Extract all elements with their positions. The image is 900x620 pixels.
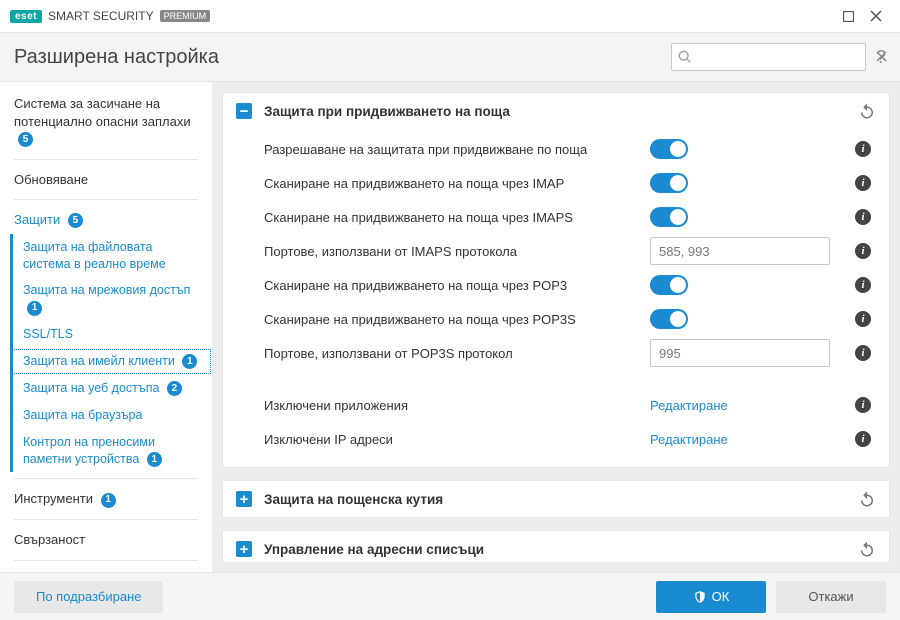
collapse-icon[interactable]: − bbox=[236, 103, 252, 119]
badge: 5 bbox=[18, 132, 33, 147]
row-label-imaps: Сканиране на придвижването на поща чрез … bbox=[264, 210, 650, 225]
badge: 2 bbox=[167, 381, 182, 396]
info-icon[interactable]: i bbox=[855, 175, 871, 191]
info-icon[interactable]: i bbox=[855, 311, 871, 327]
badge: 5 bbox=[68, 213, 83, 228]
sidebar: Система за засичане на потенциално опасн… bbox=[0, 82, 212, 572]
window-close-button[interactable] bbox=[862, 2, 890, 30]
input-pop3s-ports[interactable] bbox=[650, 339, 830, 367]
search-box[interactable] bbox=[671, 43, 866, 71]
window-maximize-button[interactable] bbox=[834, 2, 862, 30]
ok-button[interactable]: ОК bbox=[656, 581, 766, 613]
row-label-imap: Сканиране на придвижването на поща чрез … bbox=[264, 176, 650, 191]
toggle-imaps[interactable] bbox=[650, 207, 688, 227]
sidebar-item-browser[interactable]: Защита на браузъра bbox=[10, 402, 212, 429]
footer: По подразбиране ОК Откажи bbox=[0, 572, 900, 620]
panel-head[interactable]: + Защита на пощенска кутия bbox=[222, 480, 890, 518]
info-icon[interactable]: i bbox=[855, 141, 871, 157]
search-input[interactable] bbox=[692, 50, 876, 65]
sidebar-item-ui[interactable]: Потребителски интерфейс 2 bbox=[0, 567, 212, 572]
sidebar-item-tools[interactable]: Инструменти 1 bbox=[0, 485, 212, 513]
main-area: − Защита при придвижването на поща Разре… bbox=[212, 82, 900, 572]
badge: 1 bbox=[182, 354, 197, 369]
defaults-button[interactable]: По подразбиране bbox=[14, 581, 163, 613]
brand-edition: PREMIUM bbox=[160, 10, 211, 22]
row-label-pop3s: Сканиране на придвижването на поща чрез … bbox=[264, 312, 650, 327]
help-button[interactable]: ? bbox=[876, 47, 886, 68]
info-icon[interactable]: i bbox=[855, 209, 871, 225]
toggle-pop3[interactable] bbox=[650, 275, 688, 295]
expand-icon[interactable]: + bbox=[236, 491, 252, 507]
sidebar-item-protections[interactable]: Защити 5 bbox=[0, 206, 212, 234]
header: Разширена настройка ? bbox=[0, 32, 900, 82]
badge: 1 bbox=[147, 452, 162, 467]
info-icon[interactable]: i bbox=[855, 397, 871, 413]
edit-excluded-ips-link[interactable]: Редактиране bbox=[650, 432, 728, 447]
row-label-excluded-apps: Изключени приложения bbox=[264, 398, 650, 413]
toggle-imap[interactable] bbox=[650, 173, 688, 193]
cancel-button[interactable]: Откажи bbox=[776, 581, 886, 613]
titlebar: eset SMART SECURITY PREMIUM bbox=[0, 0, 900, 32]
row-label-imaps-ports: Портове, използвани от IMAPS протокола bbox=[264, 244, 650, 259]
edit-excluded-apps-link[interactable]: Редактиране bbox=[650, 398, 728, 413]
info-icon[interactable]: i bbox=[855, 243, 871, 259]
toggle-pop3s[interactable] bbox=[650, 309, 688, 329]
sidebar-item-web-access[interactable]: Защита на уеб достъпа 2 bbox=[10, 375, 212, 402]
badge: 1 bbox=[27, 301, 42, 316]
search-icon bbox=[678, 50, 692, 64]
undo-icon[interactable] bbox=[858, 490, 876, 508]
badge: 1 bbox=[101, 493, 116, 508]
main-scroll[interactable]: − Защита при придвижването на поща Разре… bbox=[222, 92, 894, 562]
sidebar-item-update[interactable]: Обновяване bbox=[0, 166, 212, 194]
brand-badge: eset bbox=[10, 10, 42, 23]
expand-icon[interactable]: + bbox=[236, 541, 252, 557]
shield-icon bbox=[693, 590, 707, 604]
panel-mail-transport-protection: − Защита при придвижването на поща Разре… bbox=[222, 92, 890, 468]
sidebar-item-threat-detection[interactable]: Система за засичане на потенциално опасн… bbox=[0, 90, 212, 153]
panel-head[interactable]: + Управление на адресни списъци bbox=[222, 530, 890, 562]
input-imaps-ports[interactable] bbox=[650, 237, 830, 265]
sidebar-item-ssltls[interactable]: SSL/TLS bbox=[10, 321, 212, 348]
sidebar-item-network[interactable]: Защита на мрежовия достъп 1 bbox=[10, 277, 212, 321]
row-label-pop3s-ports: Портове, използвани от POP3S протокол bbox=[264, 346, 650, 361]
info-icon[interactable]: i bbox=[855, 277, 871, 293]
row-label-excluded-ips: Изключени IP адреси bbox=[264, 432, 650, 447]
sidebar-item-email-clients[interactable]: Защита на имейл клиенти 1 bbox=[10, 348, 212, 375]
row-label-enable: Разрешаване на защитата при придвижване … bbox=[264, 142, 650, 157]
undo-icon[interactable] bbox=[858, 540, 876, 558]
info-icon[interactable]: i bbox=[855, 431, 871, 447]
sidebar-item-connectivity[interactable]: Свързаност bbox=[0, 526, 212, 554]
row-label-pop3: Сканиране на придвижването на поща чрез … bbox=[264, 278, 650, 293]
undo-icon[interactable] bbox=[858, 102, 876, 120]
sidebar-item-removable[interactable]: Контрол на преносими паметни устройства … bbox=[10, 429, 212, 473]
toggle-enable[interactable] bbox=[650, 139, 688, 159]
info-icon[interactable]: i bbox=[855, 345, 871, 361]
sidebar-item-realtime[interactable]: Защита на файловата система в реално вре… bbox=[10, 234, 212, 278]
panel-address-lists: + Управление на адресни списъци bbox=[222, 530, 890, 562]
brand-product: SMART SECURITY bbox=[48, 9, 154, 23]
panel-head[interactable]: − Защита при придвижването на поща bbox=[222, 92, 890, 130]
page-title: Разширена настройка bbox=[14, 46, 671, 69]
panel-mailbox-protection: + Защита на пощенска кутия bbox=[222, 480, 890, 518]
